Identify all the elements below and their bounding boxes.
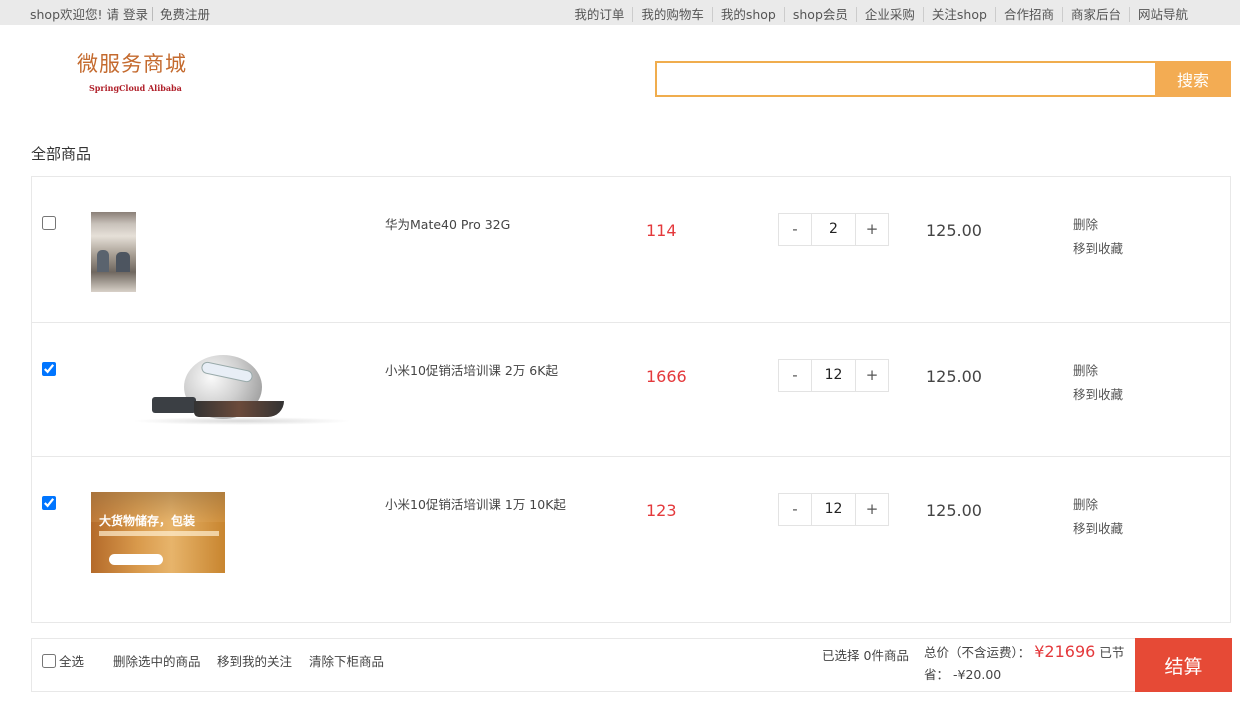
image-shadow — [132, 417, 352, 425]
delete-link[interactable]: 删除 — [1073, 213, 1123, 237]
ship-graphic — [194, 401, 284, 417]
total-info: 总价（不含运费）： ¥21696 已节省： -¥20.00 — [924, 641, 1126, 686]
delete-selected-link[interactable]: 删除选中的商品 — [113, 651, 201, 670]
top-nav-sitemap[interactable]: 网站导航 — [1128, 7, 1196, 22]
truck-graphic — [152, 397, 196, 413]
cart-item: 小米10促销活培训课 2万 6K起 1666 - 12 + 125.00 删除 … — [32, 323, 1230, 457]
top-nav: 我的订单 我的购物车 我的shop shop会员 企业采购 关注shop 合作招商 商家后台网… — [566, 4, 1196, 23]
quantity-value[interactable]: 2 — [812, 214, 855, 245]
selected-count-info: 已选择 0件商品 — [822, 645, 909, 664]
delete-link[interactable]: 删除 — [1073, 493, 1123, 517]
cart-item: 大货物储存，包装 小米10促销活培训课 1万 10K起 123 - 12 + 1… — [32, 457, 1230, 623]
top-nav-partner[interactable]: 合作招商 — [994, 7, 1062, 22]
register-link[interactable]: 免费注册 — [160, 7, 210, 22]
product-price: 123 — [646, 501, 677, 520]
top-nav-my-orders[interactable]: 我的订单 — [566, 7, 632, 22]
move-to-follow-link[interactable]: 移到我的关注 — [217, 651, 292, 670]
saved-amount: -¥20.00 — [953, 667, 1002, 682]
person-figure — [97, 250, 109, 272]
top-nav-my-shop[interactable]: 我的shop — [711, 7, 784, 22]
cart-summary-bar: 全选 删除选中的商品 移到我的关注 清除下柜商品 已选择 0件商品 总价（不含运… — [31, 638, 1232, 692]
product-name[interactable]: 华为Mate40 Pro 32G — [385, 214, 510, 233]
item-checkbox[interactable] — [42, 216, 56, 230]
top-bar: shop欢迎您! 请 登录 免费注册 我的订单 我的购物车 我的shop shop会员企… — [0, 0, 1240, 25]
top-nav-merchant[interactable]: 商家后台 — [1061, 7, 1129, 22]
login-link[interactable]: 登录 — [123, 7, 148, 22]
select-all-label[interactable]: 全选 — [59, 651, 84, 670]
product-thumbnail[interactable] — [132, 353, 352, 433]
decrease-button[interactable]: - — [779, 494, 812, 525]
divider — [152, 7, 154, 21]
quantity-value[interactable]: 12 — [812, 360, 855, 391]
total-label: 总价（不含运费）： — [924, 645, 1031, 660]
item-actions: 删除 移到收藏 — [1073, 359, 1123, 407]
site-logo[interactable]: 微服务商城 SpringCloud Alibaba — [77, 48, 217, 98]
search-input[interactable] — [657, 63, 1157, 95]
logo-subtitle: SpringCloud Alibaba — [89, 83, 182, 93]
increase-button[interactable]: + — [855, 494, 888, 525]
total-amount: ¥21696 — [1034, 642, 1096, 661]
increase-button[interactable]: + — [855, 214, 888, 245]
decrease-button[interactable]: - — [779, 360, 812, 391]
item-checkbox[interactable] — [42, 362, 56, 376]
move-to-favorite-link[interactable]: 移到收藏 — [1073, 237, 1123, 261]
top-nav-my-cart[interactable]: 我的购物车 — [632, 7, 712, 22]
cart-item: 华为Mate40 Pro 32G 114 - 2 + 125.00 删除 移到收… — [32, 177, 1230, 323]
top-nav-follow[interactable]: 关注shop — [922, 7, 995, 22]
move-to-favorite-link[interactable]: 移到收藏 — [1073, 517, 1123, 541]
product-thumbnail[interactable]: 大货物储存，包装 — [91, 492, 225, 573]
selected-suffix: 件商品 — [871, 648, 909, 663]
top-nav-enterprise[interactable]: 企业采购 — [855, 7, 923, 22]
logo-title: 微服务商城 — [77, 52, 187, 76]
product-name[interactable]: 小米10促销活培训课 2万 6K起 — [385, 360, 558, 379]
login-prefix: 请 — [106, 7, 120, 22]
increase-button[interactable]: + — [855, 360, 888, 391]
item-subtotal: 125.00 — [926, 501, 982, 520]
move-to-favorite-link[interactable]: 移到收藏 — [1073, 383, 1123, 407]
product-price: 114 — [646, 221, 677, 240]
delete-link[interactable]: 删除 — [1073, 359, 1123, 383]
banner-button-graphic — [109, 554, 163, 565]
cart-list: 华为Mate40 Pro 32G 114 - 2 + 125.00 删除 移到收… — [31, 176, 1231, 623]
top-bar-left: shop欢迎您! 请 登录 免费注册 — [30, 4, 210, 23]
top-nav-member[interactable]: shop会员 — [783, 7, 856, 22]
welcome-text: shop欢迎您! — [30, 7, 103, 22]
search-button[interactable]: 搜索 — [1155, 61, 1231, 97]
quantity-stepper: - 2 + — [778, 213, 889, 246]
quantity-stepper: - 12 + — [778, 359, 889, 392]
search-box: 搜索 — [655, 61, 1231, 97]
product-thumbnail[interactable] — [91, 212, 136, 292]
checkout-button[interactable]: 结算 — [1135, 638, 1232, 692]
product-name[interactable]: 小米10促销活培训课 1万 10K起 — [385, 494, 566, 513]
product-price: 1666 — [646, 367, 687, 386]
item-actions: 删除 移到收藏 — [1073, 213, 1123, 261]
item-subtotal: 125.00 — [926, 367, 982, 386]
selected-prefix: 已选择 — [822, 648, 860, 663]
item-subtotal: 125.00 — [926, 221, 982, 240]
section-title: 全部商品 — [31, 145, 92, 163]
item-actions: 删除 移到收藏 — [1073, 493, 1123, 541]
person-figure — [116, 252, 130, 272]
banner-text: 大货物储存，包装 — [99, 514, 196, 528]
select-all-checkbox[interactable] — [42, 654, 56, 668]
clear-offshelf-link[interactable]: 清除下柜商品 — [309, 651, 384, 670]
quantity-value[interactable]: 12 — [812, 494, 855, 525]
quantity-stepper: - 12 + — [778, 493, 889, 526]
item-checkbox[interactable] — [42, 496, 56, 510]
decrease-button[interactable]: - — [779, 214, 812, 245]
banner-subtext — [99, 531, 219, 536]
